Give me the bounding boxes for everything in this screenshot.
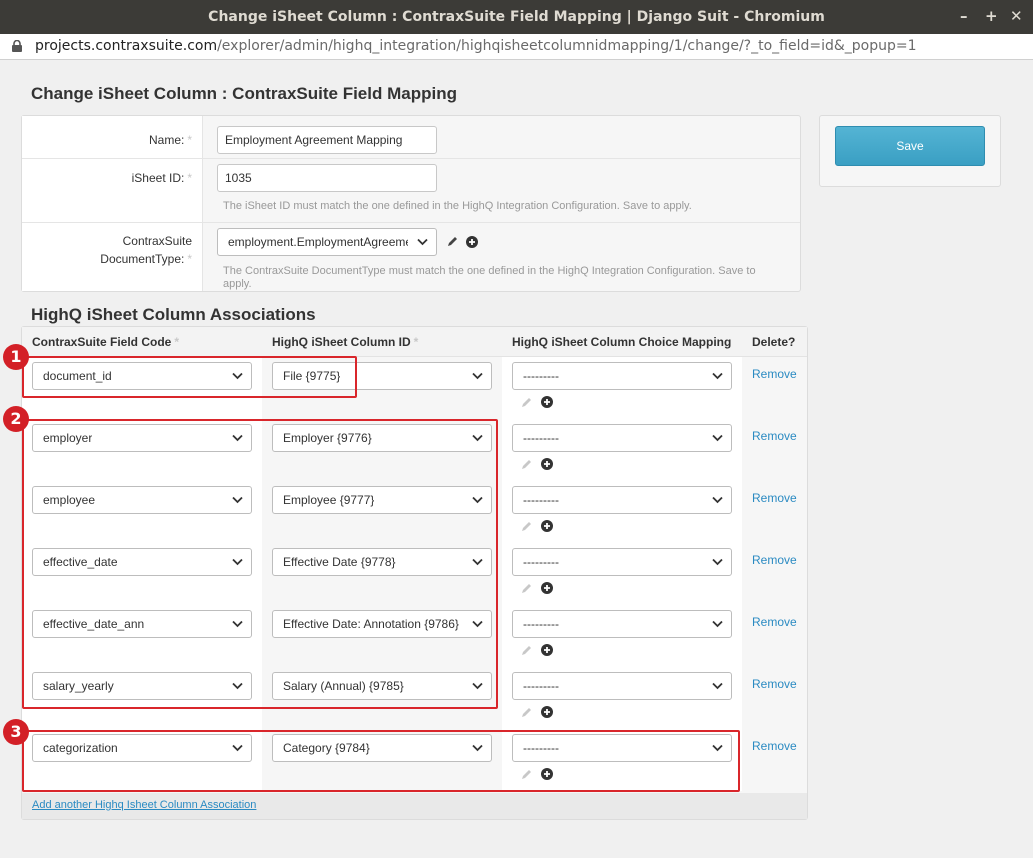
chevron-down-icon <box>712 620 723 628</box>
remove-link[interactable]: Remove <box>752 367 797 381</box>
add-plus-icon[interactable] <box>541 458 553 470</box>
annotation-badge-2: 2 <box>3 406 29 432</box>
name-input[interactable] <box>217 126 437 154</box>
chevron-down-icon <box>472 372 483 380</box>
chevron-down-icon <box>712 496 723 504</box>
isheet-id-input[interactable] <box>217 164 437 192</box>
window-title: Change iSheet Column : ContraxSuite Fiel… <box>208 9 825 25</box>
maximize-button[interactable]: + <box>985 7 998 25</box>
edit-pencil-icon <box>522 646 531 655</box>
choice-mapping-select[interactable]: --------- <box>512 672 732 700</box>
chevron-down-icon <box>712 558 723 566</box>
url-host: projects.contraxsuite.com <box>35 38 218 54</box>
document-type-select[interactable]: employment.EmploymentAgreement <box>217 228 437 256</box>
choice-mapping-select[interactable]: --------- <box>512 486 732 514</box>
table-header: ContraxSuite Field Code * HighQ iSheet Co… <box>22 327 807 357</box>
url-path: /explorer/admin/highq_integration/highqi… <box>217 38 917 54</box>
add-plus-icon[interactable] <box>541 582 553 594</box>
add-plus-icon[interactable] <box>541 706 553 718</box>
lock-icon <box>12 40 22 52</box>
add-association-link[interactable]: Add another Highq Isheet Column Associat… <box>32 799 256 811</box>
edit-pencil-icon <box>522 460 531 469</box>
remove-link[interactable]: Remove <box>752 677 797 691</box>
add-plus-icon[interactable] <box>541 396 553 408</box>
chevron-down-icon <box>712 372 723 380</box>
remove-link[interactable]: Remove <box>752 491 797 505</box>
save-button[interactable]: Save <box>835 126 985 166</box>
minimize-button[interactable]: – <box>960 7 968 25</box>
document-type-help: The ContraxSuite DocumentType must match… <box>223 265 756 290</box>
url-text[interactable]: projects.contraxsuite.com/explorer/admin… <box>35 38 917 54</box>
edit-pencil-icon <box>522 522 531 531</box>
annotation-badge-1: 1 <box>3 344 29 370</box>
chevron-down-icon <box>712 434 723 442</box>
annotation-box-1 <box>22 356 357 398</box>
add-plus-icon[interactable] <box>466 236 478 248</box>
page-content: Change iSheet Column : ContraxSuite Fiel… <box>0 60 1033 858</box>
annotation-badge-3: 3 <box>3 719 29 745</box>
mapping-form: Name:* iSheet ID:* The iSheet ID must ma… <box>21 115 801 292</box>
header-column-id: HighQ iSheet Column ID * <box>272 335 419 349</box>
associations-title: HighQ iSheet Column Associations <box>31 305 316 324</box>
remove-link[interactable]: Remove <box>752 615 797 629</box>
header-field-code: ContraxSuite Field Code * <box>32 335 180 349</box>
choice-mapping-select[interactable]: --------- <box>512 548 732 576</box>
header-choice-mapping: HighQ iSheet Column Choice Mapping <box>512 335 732 349</box>
add-row-footer: Add another Highq Isheet Column Associat… <box>22 793 807 819</box>
edit-pencil-icon[interactable] <box>446 235 459 248</box>
close-button[interactable]: ✕ <box>1010 7 1023 25</box>
remove-link[interactable]: Remove <box>752 739 797 753</box>
window-titlebar: Change iSheet Column : ContraxSuite Fiel… <box>0 0 1033 34</box>
address-bar[interactable]: projects.contraxsuite.com/explorer/admin… <box>0 34 1033 60</box>
save-panel: Save <box>819 115 1001 187</box>
edit-pencil-icon <box>522 584 531 593</box>
isheet-id-help: The iSheet ID must match the one defined… <box>223 200 692 212</box>
page-title: Change iSheet Column : ContraxSuite Fiel… <box>31 84 457 103</box>
remove-link[interactable]: Remove <box>752 553 797 567</box>
add-plus-icon[interactable] <box>541 644 553 656</box>
edit-pencil-icon <box>522 398 531 407</box>
chevron-down-icon <box>712 682 723 690</box>
choice-mapping-select[interactable]: --------- <box>512 362 732 390</box>
choice-mapping-select[interactable]: --------- <box>512 424 732 452</box>
isheet-id-row: iSheet ID:* The iSheet ID must match the… <box>22 159 800 223</box>
annotation-box-2 <box>22 419 498 709</box>
annotation-box-3 <box>22 730 740 792</box>
isheet-id-label: iSheet ID: * <box>131 171 192 185</box>
choice-mapping-select[interactable]: --------- <box>512 610 732 638</box>
document-type-label: ContraxSuite DocumentType: * <box>100 234 192 266</box>
remove-link[interactable]: Remove <box>752 429 797 443</box>
name-row: Name: * <box>22 116 800 159</box>
edit-pencil-icon <box>522 708 531 717</box>
document-type-row: ContraxSuite DocumentType: * employment.E… <box>22 223 800 291</box>
chevron-down-icon <box>417 238 428 246</box>
header-delete: Delete? <box>752 335 796 349</box>
name-label: Name: * <box>148 133 192 147</box>
add-plus-icon[interactable] <box>541 520 553 532</box>
